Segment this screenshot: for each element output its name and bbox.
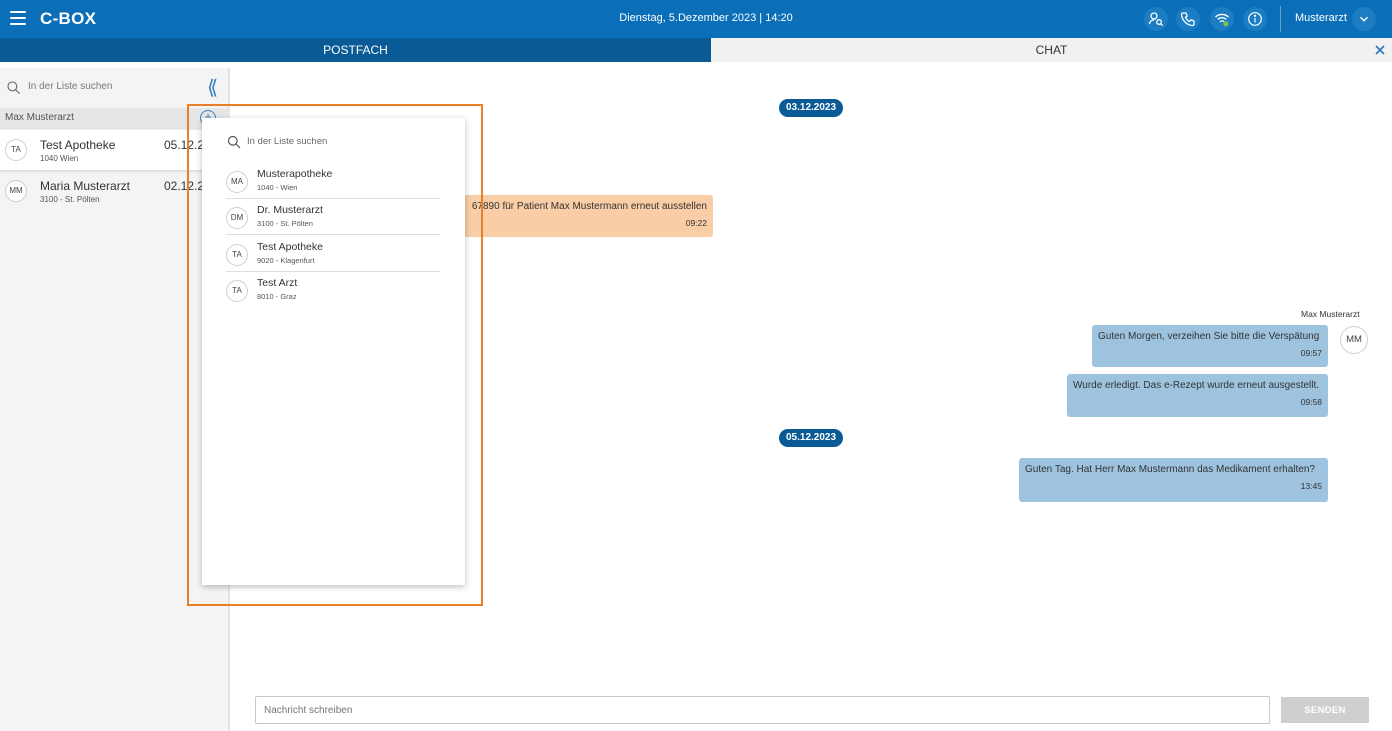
person-search-icon[interactable]	[1144, 7, 1168, 31]
contact-name: Test Apotheke	[40, 138, 116, 152]
close-icon[interactable]	[1373, 43, 1387, 57]
info-icon[interactable]	[1243, 7, 1267, 31]
user-name[interactable]: Musterarzt	[1295, 12, 1347, 24]
message-time: 09:57	[1300, 348, 1322, 358]
outgoing-message: Guten Morgen, verzeihen Sie bitte die Ve…	[1092, 325, 1328, 367]
avatar: MM	[5, 180, 27, 202]
search-icon[interactable]	[6, 80, 26, 100]
date-separator: 03.12.2023	[779, 99, 844, 117]
wifi-status-icon[interactable]	[1210, 7, 1234, 31]
message-text: Wurde erledigt. Das e-Rezept wurde erneu…	[1073, 380, 1320, 391]
tab-chat[interactable]: CHAT	[711, 38, 1392, 62]
outgoing-message: Guten Tag. Hat Herr Max Mustermann das M…	[1019, 458, 1328, 502]
incoming-message: 67890 für Patient Max Mustermann erneut …	[455, 195, 713, 237]
contact-location: 1040 Wien	[40, 154, 79, 163]
chevron-down-icon[interactable]	[1352, 7, 1376, 31]
top-bar-divider	[1280, 6, 1281, 32]
date-separator: 05.12.2023	[779, 429, 844, 447]
message-text: 67890 für Patient Max Mustermann erneut …	[471, 201, 707, 212]
tab-postfach[interactable]: POSTFACH	[0, 38, 711, 62]
message-text: Guten Tag. Hat Herr Max Mustermann das M…	[1025, 464, 1315, 475]
contact-location: 3100 - St. Pölten	[40, 195, 100, 204]
message-time: 09:22	[685, 218, 707, 228]
contact-name: Maria Musterarzt	[40, 179, 131, 193]
phone-icon[interactable]	[1176, 7, 1200, 31]
message-text: Guten Morgen, verzeihen Sie bitte die Ve…	[1098, 331, 1320, 342]
highlight-box	[187, 104, 483, 606]
sidebar-search-input[interactable]: In der Liste suchen	[28, 81, 113, 92]
avatar: MM	[1340, 326, 1368, 354]
message-time: 09:58	[1300, 397, 1322, 407]
message-input[interactable]	[255, 696, 1270, 724]
group-header-label: Max Musterarzt	[5, 112, 74, 123]
avatar: TA	[5, 139, 27, 161]
message-time: 13:45	[1300, 481, 1322, 491]
sender-name: Max Musterarzt	[1301, 309, 1360, 319]
double-chevron-left-icon[interactable]: ⟪	[207, 75, 218, 100]
top-bar: C-BOX Dienstag, 5.Dezember 2023 | 14:20 …	[0, 0, 1392, 38]
outgoing-message: Wurde erledigt. Das e-Rezept wurde erneu…	[1067, 374, 1328, 417]
send-button[interactable]: SENDEN	[1281, 697, 1369, 723]
